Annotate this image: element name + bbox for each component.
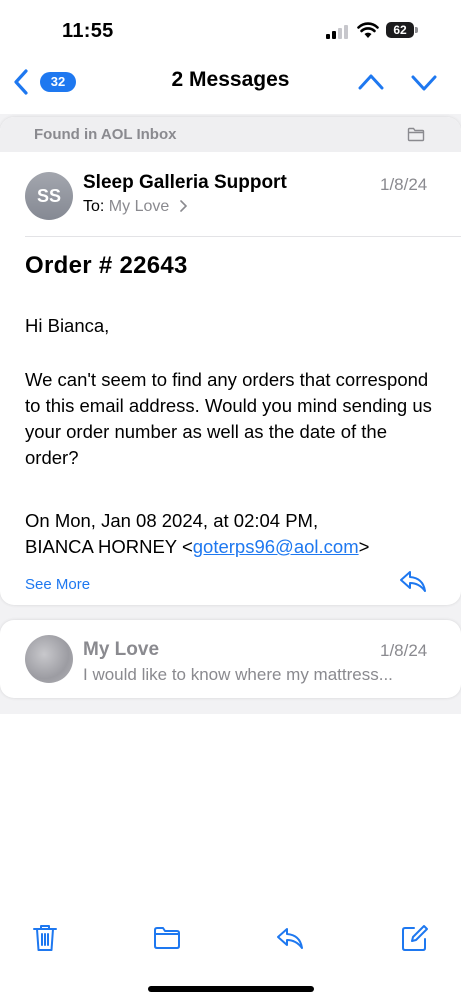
email-body: We can't seem to find any orders that co… [25, 369, 432, 468]
recipient-line[interactable]: To: My Love [83, 198, 187, 216]
message-preview: I would like to know where my mattress..… [83, 665, 393, 684]
email-greeting: Hi Bianca, [25, 315, 110, 336]
recipient-name: My Love [108, 198, 170, 215]
unread-count-badge: 32 [40, 72, 76, 92]
sender-avatar-photo [25, 635, 73, 683]
sender-name[interactable]: Sleep Galleria Support [83, 172, 287, 194]
see-more-link[interactable]: See More [25, 576, 90, 593]
quote-date-line: On Mon, Jan 08 2024, at 02:04 PM, [25, 510, 319, 531]
quote-sender-line: BIANCA HORNEY <goterps96@aol.com> [25, 534, 445, 560]
found-in-label: Found in AOL Inbox [34, 126, 177, 143]
cellular-signal-icon [326, 24, 350, 39]
wifi-icon [357, 22, 379, 38]
reply-icon[interactable] [398, 568, 428, 594]
message-card-expanded: Found in AOL Inbox SS Sleep Galleria Sup… [0, 117, 461, 605]
quote-email-link[interactable]: goterps96@aol.com [193, 536, 359, 557]
compose-icon[interactable] [400, 923, 430, 953]
sender-avatar: SS [25, 172, 73, 220]
folder-icon[interactable] [407, 127, 425, 142]
folder-icon[interactable] [152, 923, 182, 953]
nav-bar: 32 2 Messages [0, 58, 461, 106]
chevron-left-icon [14, 69, 28, 95]
status-time: 11:55 [62, 20, 114, 42]
header-divider [25, 236, 461, 237]
reply-icon[interactable] [275, 923, 305, 953]
battery-icon: 62 [386, 22, 418, 38]
quote-sender-name: BIANCA HORNEY < [25, 536, 193, 557]
sender-name: My Love [83, 639, 160, 660]
message-date: 1/8/24 [380, 175, 428, 194]
found-in-banner: Found in AOL Inbox [0, 117, 461, 152]
quote-sender-end: > [358, 536, 370, 557]
chevron-right-icon [179, 200, 187, 212]
previous-message-chevron-up-icon[interactable] [357, 68, 385, 96]
home-indicator[interactable] [148, 986, 314, 992]
battery-percentage: 62 [393, 23, 407, 37]
trash-icon[interactable] [30, 923, 60, 953]
quoted-header: On Mon, Jan 08 2024, at 02:04 PM, BIANCA… [25, 508, 445, 560]
back-button[interactable]: 32 [12, 65, 82, 99]
bottom-toolbar [0, 915, 461, 965]
next-message-chevron-down-icon[interactable] [410, 68, 438, 96]
email-subject: Order # 22643 [25, 252, 188, 279]
to-label: To: [83, 198, 105, 215]
message-date: 1/8/24 [380, 641, 428, 660]
status-bar: 11:55 62 [0, 0, 461, 60]
message-card-collapsed[interactable]: My Love 1/8/24 I would like to know wher… [0, 620, 461, 698]
